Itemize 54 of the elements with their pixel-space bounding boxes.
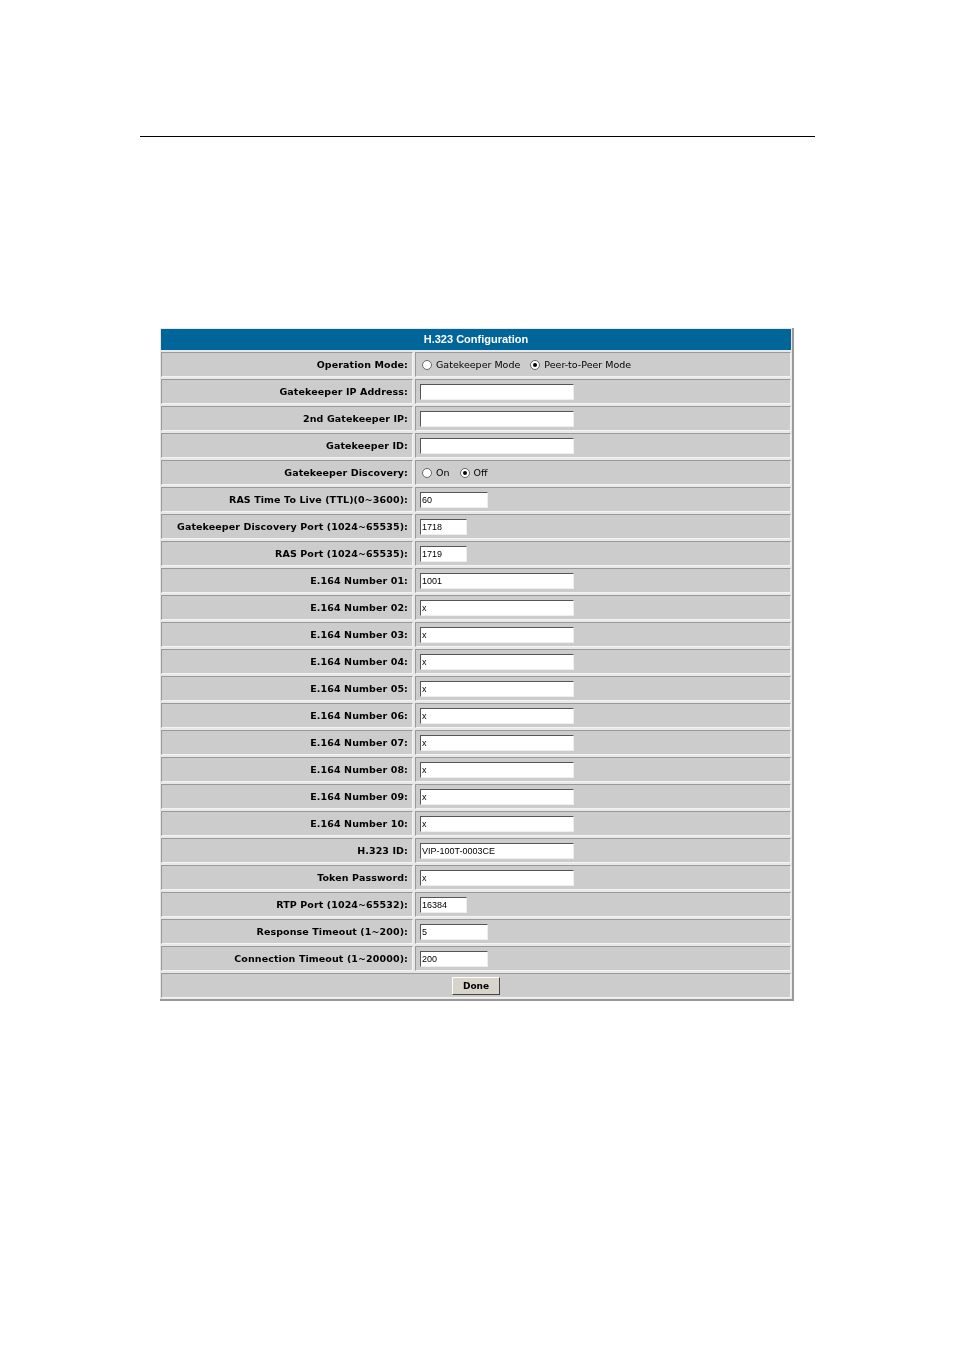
input-field[interactable]: x — [420, 734, 574, 751]
input-field[interactable]: 5 — [420, 923, 488, 940]
radio-label: Gatekeeper Mode — [436, 359, 521, 370]
input-field[interactable]: 16384 — [420, 896, 467, 913]
input-field[interactable]: x — [420, 869, 574, 886]
done-button[interactable]: Done — [451, 976, 501, 995]
input-field[interactable] — [420, 437, 574, 454]
field-label: Connection Timeout (1~20000): — [234, 953, 408, 964]
input-field[interactable]: x — [420, 653, 574, 670]
field-label: E.164 Number 03: — [310, 629, 408, 640]
radio-label: Peer-to-Peer Mode — [544, 359, 632, 370]
input-field[interactable]: x — [420, 680, 574, 697]
radio-button[interactable] — [459, 467, 470, 478]
field-label: Response Timeout (1~200): — [256, 926, 408, 937]
input-field[interactable]: x — [420, 599, 574, 616]
field-label: RTP Port (1024~65532): — [276, 899, 408, 910]
input-field[interactable]: x — [420, 815, 574, 832]
input-field[interactable] — [420, 383, 574, 400]
input-field[interactable]: x — [420, 788, 574, 805]
field-label: E.164 Number 01: — [310, 575, 408, 586]
field-label: Operation Mode: — [316, 359, 408, 370]
input-field[interactable]: 1718 — [420, 518, 467, 535]
field-label: E.164 Number 06: — [310, 710, 408, 721]
input-field[interactable]: 60 — [420, 491, 488, 508]
form-title: H.323 Configuration — [161, 329, 791, 350]
field-label: E.164 Number 04: — [310, 656, 408, 667]
field-label: Gatekeeper Discovery: — [284, 467, 408, 478]
field-label: Gatekeeper IP Address: — [279, 386, 408, 397]
input-field[interactable]: 1719 — [420, 545, 467, 562]
field-label: E.164 Number 10: — [310, 818, 408, 829]
input-field[interactable]: x — [420, 626, 574, 643]
radio-label: On — [436, 467, 450, 478]
field-label: RAS Time To Live (TTL)(0~3600): — [228, 494, 408, 505]
radio-button[interactable] — [422, 359, 432, 370]
field-label: 2nd Gatekeeper IP: — [303, 413, 408, 424]
field-label: RAS Port (1024~65535): — [275, 548, 408, 559]
radio-button[interactable] — [530, 359, 541, 370]
field-label: E.164 Number 09: — [310, 791, 408, 802]
field-label: E.164 Number 08: — [310, 764, 408, 775]
input-field[interactable]: x — [420, 761, 574, 778]
input-field[interactable]: 200 — [420, 950, 488, 967]
radio-label: Off — [473, 467, 488, 478]
field-label: Gatekeeper Discovery Port (1024~65535): — [177, 521, 408, 532]
input-field[interactable]: x — [420, 707, 574, 724]
input-field[interactable]: VIP-100T-0003CE — [420, 842, 574, 859]
field-label: Gatekeeper ID: — [326, 440, 408, 451]
field-label: E.164 Number 05: — [310, 683, 408, 694]
input-field[interactable] — [420, 410, 574, 427]
field-label: H.323 ID: — [357, 845, 408, 856]
field-label: Token Password: — [317, 872, 408, 883]
field-label: E.164 Number 07: — [310, 737, 408, 748]
field-label: E.164 Number 02: — [310, 602, 408, 613]
radio-button[interactable] — [422, 467, 432, 478]
input-field[interactable]: 1001 — [420, 572, 574, 589]
